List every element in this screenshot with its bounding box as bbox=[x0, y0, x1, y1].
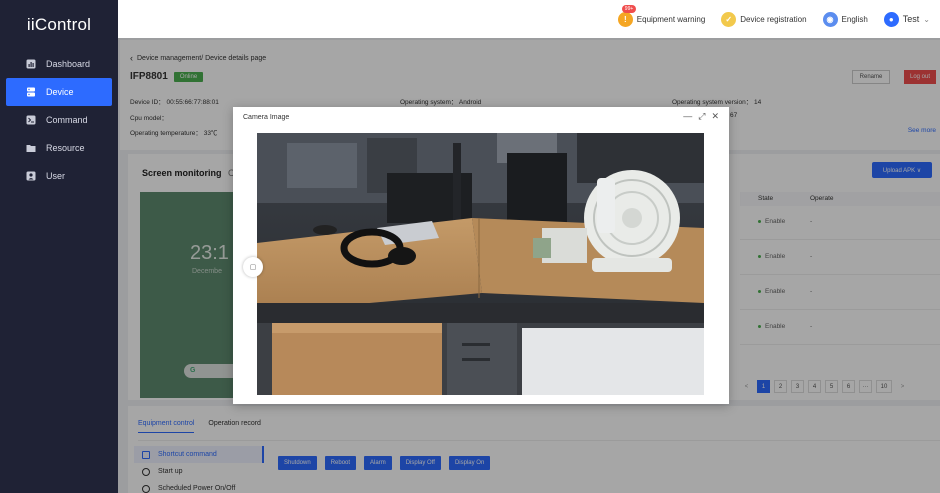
sidebar-item-label: User bbox=[46, 171, 66, 181]
sidebar-item-label: Resource bbox=[46, 143, 85, 153]
sidebar-item-device[interactable]: Device bbox=[6, 78, 112, 106]
sidebar-item-label: Device bbox=[46, 87, 74, 97]
device-registration-button[interactable]: ✓ Device registration bbox=[721, 11, 807, 27]
dialog-title: Camera Image bbox=[243, 114, 290, 121]
camera-image bbox=[257, 133, 704, 395]
camera-photo bbox=[257, 133, 704, 395]
user-icon bbox=[26, 171, 36, 181]
equipment-warning-label: Equipment warning bbox=[636, 14, 706, 24]
camera-image-dialog: Camera Image — ⤢ ✕ ▢ bbox=[233, 107, 729, 404]
equipment-warning-button[interactable]: ! 99+ Equipment warning bbox=[617, 4, 706, 27]
sidebar-item-dashboard[interactable]: Dashboard bbox=[0, 50, 118, 78]
app-logo: iiControl bbox=[26, 15, 92, 34]
warning-icon: ! 99+ bbox=[617, 4, 637, 27]
dashboard-icon bbox=[26, 59, 36, 69]
device-icon bbox=[26, 87, 36, 97]
warning-badge: 99+ bbox=[621, 4, 637, 13]
chevron-down-icon: ⌄ bbox=[923, 14, 930, 24]
sidebar-item-user[interactable]: User bbox=[0, 162, 118, 190]
language-selector[interactable]: ◉ English bbox=[822, 11, 868, 27]
minimize-icon[interactable]: — bbox=[683, 111, 692, 122]
sidebar-item-resource[interactable]: Resource bbox=[0, 134, 118, 162]
dialog-controls: — ⤢ ✕ bbox=[677, 111, 719, 122]
user-menu[interactable]: ● Test ⌄ bbox=[883, 11, 930, 27]
close-icon[interactable]: ✕ bbox=[711, 111, 719, 122]
sidebar-item-label: Command bbox=[46, 115, 88, 125]
maximize-icon[interactable]: ⤢ bbox=[698, 111, 705, 122]
avatar: ● bbox=[883, 11, 899, 27]
sidebar: iiControl Dashboard Device Command Resou… bbox=[0, 0, 118, 493]
sidebar-item-label: Dashboard bbox=[46, 59, 91, 69]
folder-icon bbox=[26, 143, 36, 153]
device-registration-label: Device registration bbox=[740, 14, 807, 24]
user-label: Test bbox=[902, 14, 920, 24]
camera-toggle-handle[interactable]: ▢ bbox=[243, 257, 263, 277]
command-icon bbox=[26, 115, 36, 125]
globe-icon: ◉ bbox=[822, 11, 838, 27]
registration-icon: ✓ bbox=[721, 11, 737, 27]
top-bar: ! 99+ Equipment warning ✓ Device registra… bbox=[118, 0, 940, 38]
language-label: English bbox=[841, 14, 868, 24]
sidebar-item-command[interactable]: Command bbox=[0, 106, 118, 134]
